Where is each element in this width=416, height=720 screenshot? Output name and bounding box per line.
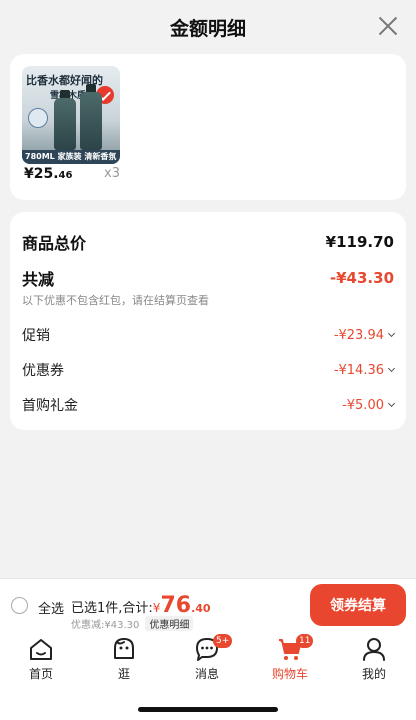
subtotal-row: 商品总价 ¥119.70 xyxy=(22,230,394,254)
messages-badge: 5+ xyxy=(213,634,233,648)
discount-line: 优惠减:¥43.30 优惠明细 xyxy=(71,616,194,631)
tab-explore-label: 逛 xyxy=(117,667,130,681)
total-summary: 已选1件,合计:¥76.40 xyxy=(71,593,211,618)
promotion-row[interactable]: 促销 -¥23.94 xyxy=(22,325,396,345)
chevron-down-icon xyxy=(387,364,396,373)
thumbnail-banner: 780ML 家族装 清新香氛 xyxy=(22,150,120,164)
tab-messages[interactable]: 5+ 消息 xyxy=(177,634,237,682)
checkout-button[interactable]: 领券结算 xyxy=(310,584,406,626)
coupon-row[interactable]: 优惠券 -¥14.36 xyxy=(22,360,396,380)
coupon-label: 优惠券 xyxy=(22,363,64,379)
bottle-graphic xyxy=(80,84,102,150)
discount-detail-link[interactable]: 优惠明细 xyxy=(145,616,194,631)
promotion-label: 促销 xyxy=(22,328,50,344)
bottle-graphic xyxy=(54,90,76,150)
product-card: 比香水都好闻的 雪松木质香 780ML 家族装 清新香氛 ¥25.46 x3 xyxy=(10,54,406,200)
home-icon xyxy=(30,639,52,660)
tab-explore[interactable]: 逛 xyxy=(94,636,154,682)
select-all-label[interactable]: 全选 xyxy=(38,598,64,617)
tab-cart[interactable]: 11 购物车 xyxy=(260,634,320,682)
checkout-bar: 全选 已选1件,合计:¥76.40 优惠减:¥43.30 优惠明细 领券结算 xyxy=(0,578,416,632)
first-purchase-amount: -¥5.00 xyxy=(342,397,384,413)
subtotal-label: 商品总价 xyxy=(22,234,87,253)
close-icon[interactable] xyxy=(376,14,400,38)
sheet-header: 金额明细 xyxy=(0,0,416,52)
discount-summary: 优惠减:¥43.30 xyxy=(71,620,140,631)
home-indicator xyxy=(138,707,278,712)
amount-detail-card: 商品总价 ¥119.70 共减 -¥43.30 以下优惠不包含红包，请在结算页查… xyxy=(10,212,406,430)
chevron-down-icon xyxy=(387,399,396,408)
cart-badge: 11 xyxy=(296,634,314,648)
discount-total-label: 共减 xyxy=(22,270,55,289)
coupon-value: -¥14.36 xyxy=(333,362,396,378)
discount-total-value: -¥43.30 xyxy=(329,269,394,287)
item-price-main: ¥25. xyxy=(24,166,59,182)
subtotal-value: ¥119.70 xyxy=(325,233,394,251)
product-seal-icon xyxy=(28,108,48,128)
discount-total-row: 共减 -¥43.30 xyxy=(22,266,394,290)
item-price-decimal: 46 xyxy=(58,170,73,181)
tab-profile[interactable]: 我的 xyxy=(344,636,404,682)
sheet-title: 金额明细 xyxy=(169,18,246,40)
total-amount-dec: .40 xyxy=(191,602,211,615)
first-purchase-label: 首购礼金 xyxy=(22,398,78,414)
discount-note: 以下优惠不包含红包，请在结算页查看 xyxy=(22,294,209,307)
tab-cart-label: 购物车 xyxy=(271,667,308,681)
tab-profile-label: 我的 xyxy=(361,667,386,681)
item-quantity: x3 xyxy=(104,166,120,181)
chevron-down-icon xyxy=(387,329,396,338)
first-purchase-row[interactable]: 首购礼金 -¥5.00 xyxy=(22,395,396,415)
tab-home-label: 首页 xyxy=(28,667,53,681)
coupon-amount: -¥14.36 xyxy=(333,362,384,378)
explore-icon xyxy=(114,638,134,659)
first-purchase-value: -¥5.00 xyxy=(342,397,396,413)
product-thumbnail[interactable]: 比香水都好闻的 雪松木质香 780ML 家族装 清新香氛 xyxy=(22,66,120,164)
promotion-amount: -¥23.94 xyxy=(333,327,384,343)
promotion-value: -¥23.94 xyxy=(333,327,396,343)
tab-messages-label: 消息 xyxy=(194,667,219,681)
selected-summary: 已选1件,合计: xyxy=(71,601,153,616)
select-all-radio[interactable] xyxy=(11,597,28,614)
profile-icon xyxy=(363,638,385,661)
item-price: ¥25.46 xyxy=(24,166,72,182)
tab-home[interactable]: 首页 xyxy=(11,636,71,682)
total-amount-int: 76 xyxy=(160,593,192,618)
